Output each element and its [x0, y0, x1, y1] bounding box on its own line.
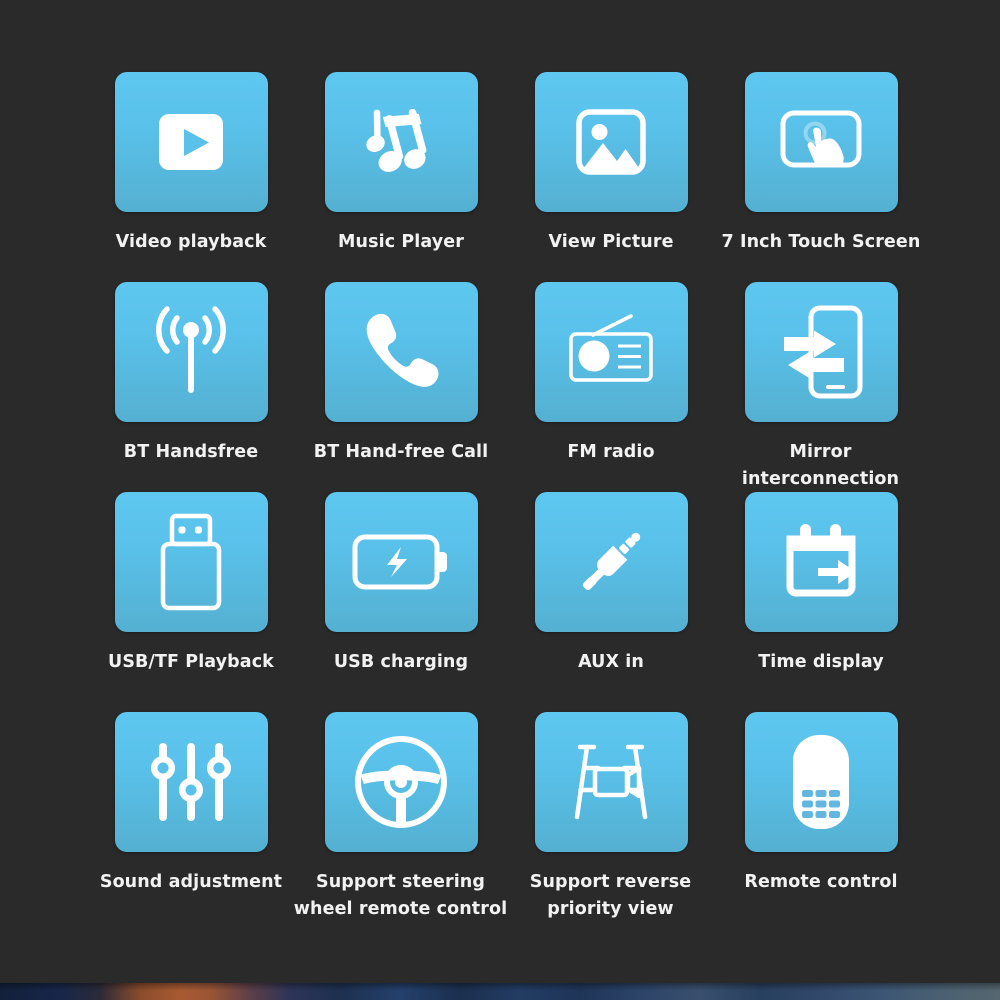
- touch-screen-icon: [775, 104, 867, 180]
- feature-tile[interactable]: [744, 492, 898, 632]
- feature-tile[interactable]: [744, 712, 898, 852]
- feature-tile[interactable]: [534, 282, 688, 422]
- steering-wheel-icon: [352, 733, 450, 831]
- feature-tile[interactable]: [534, 72, 688, 212]
- feature-cell-usb-tf-playback[interactable]: USB/TF Playback: [86, 492, 296, 712]
- feature-label: 7 Inch Touch Screen: [721, 232, 921, 252]
- play-video-icon: [151, 106, 231, 178]
- feature-tile[interactable]: [324, 712, 478, 852]
- music-note-icon: [359, 100, 443, 184]
- photo-image-icon: [572, 103, 650, 181]
- feature-cell-fm-radio[interactable]: FM radio: [506, 282, 716, 492]
- feature-cell-music-player[interactable]: Music Player: [296, 72, 506, 282]
- antenna-signal-icon: [143, 303, 239, 401]
- feature-cell-remote-control[interactable]: Remote control: [716, 712, 926, 932]
- feature-label: Time display: [758, 652, 884, 672]
- feature-cell-usb-charging[interactable]: USB charging: [296, 492, 506, 712]
- feature-tile[interactable]: [534, 492, 688, 632]
- feature-label: Video playback: [115, 232, 267, 252]
- feature-grid-panel: Video playback Music Player View Picture…: [0, 0, 1000, 983]
- feature-tile[interactable]: [324, 72, 478, 212]
- feature-cell-sound-adjustment[interactable]: Sound adjustment: [86, 712, 296, 932]
- feature-tile[interactable]: [534, 712, 688, 852]
- feature-tile[interactable]: [114, 712, 268, 852]
- audio-jack-icon: [568, 519, 654, 605]
- feature-label: Music Player: [338, 232, 464, 252]
- feature-cell-aux-in[interactable]: AUX in: [506, 492, 716, 712]
- feature-cell-video-playback[interactable]: Video playback: [86, 72, 296, 282]
- remote-keypad-icon: [790, 732, 852, 832]
- feature-label: USB charging: [333, 652, 469, 672]
- feature-cell-mirror-interconnection[interactable]: Mirror interconnection: [716, 282, 926, 492]
- feature-tile[interactable]: [114, 492, 268, 632]
- battery-bolt-icon: [351, 531, 451, 593]
- feature-cell-touch-screen[interactable]: 7 Inch Touch Screen: [716, 72, 926, 282]
- feature-cell-view-picture[interactable]: View Picture: [506, 72, 716, 282]
- feature-label: Mirror interconnection: [741, 442, 900, 490]
- feature-label: Support reverse priority view: [529, 872, 692, 920]
- feature-label: FM radio: [567, 442, 655, 462]
- feature-cell-time-display[interactable]: Time display: [716, 492, 926, 712]
- feature-label: AUX in: [578, 652, 644, 672]
- calendar-arrow-icon: [778, 519, 864, 605]
- feature-label: Remote control: [744, 872, 898, 892]
- feature-tile-grid: Video playback Music Player View Picture…: [86, 72, 926, 932]
- feature-label: Sound adjustment: [99, 872, 283, 892]
- feature-label: Support steering wheel remote control: [293, 872, 508, 920]
- feature-label: View Picture: [548, 232, 674, 252]
- feature-tile[interactable]: [324, 282, 478, 422]
- radio-icon: [565, 311, 657, 393]
- feature-cell-steering-wheel-control[interactable]: Support steering wheel remote control: [293, 712, 508, 932]
- feature-label: BT Handsfree: [123, 442, 259, 462]
- feature-cell-reverse-priority-view[interactable]: Support reverse priority view: [506, 712, 716, 932]
- reverse-camera-icon: [559, 742, 663, 822]
- feature-tile[interactable]: [114, 72, 268, 212]
- usb-drive-icon: [158, 511, 224, 613]
- feature-cell-bt-handsfree[interactable]: BT Handsfree: [86, 282, 296, 492]
- phone-handset-icon: [359, 310, 443, 394]
- equalizer-sliders-icon: [146, 739, 236, 825]
- feature-label: USB/TF Playback: [108, 652, 274, 672]
- bottom-image-strip: [0, 983, 1000, 1000]
- feature-tile[interactable]: [744, 72, 898, 212]
- feature-tile[interactable]: [114, 282, 268, 422]
- feature-label: BT Hand-free Call: [313, 442, 489, 462]
- feature-cell-bt-call[interactable]: BT Hand-free Call: [296, 282, 506, 492]
- phone-mirror-arrows-icon: [774, 303, 868, 401]
- feature-tile[interactable]: [744, 282, 898, 422]
- feature-tile[interactable]: [324, 492, 478, 632]
